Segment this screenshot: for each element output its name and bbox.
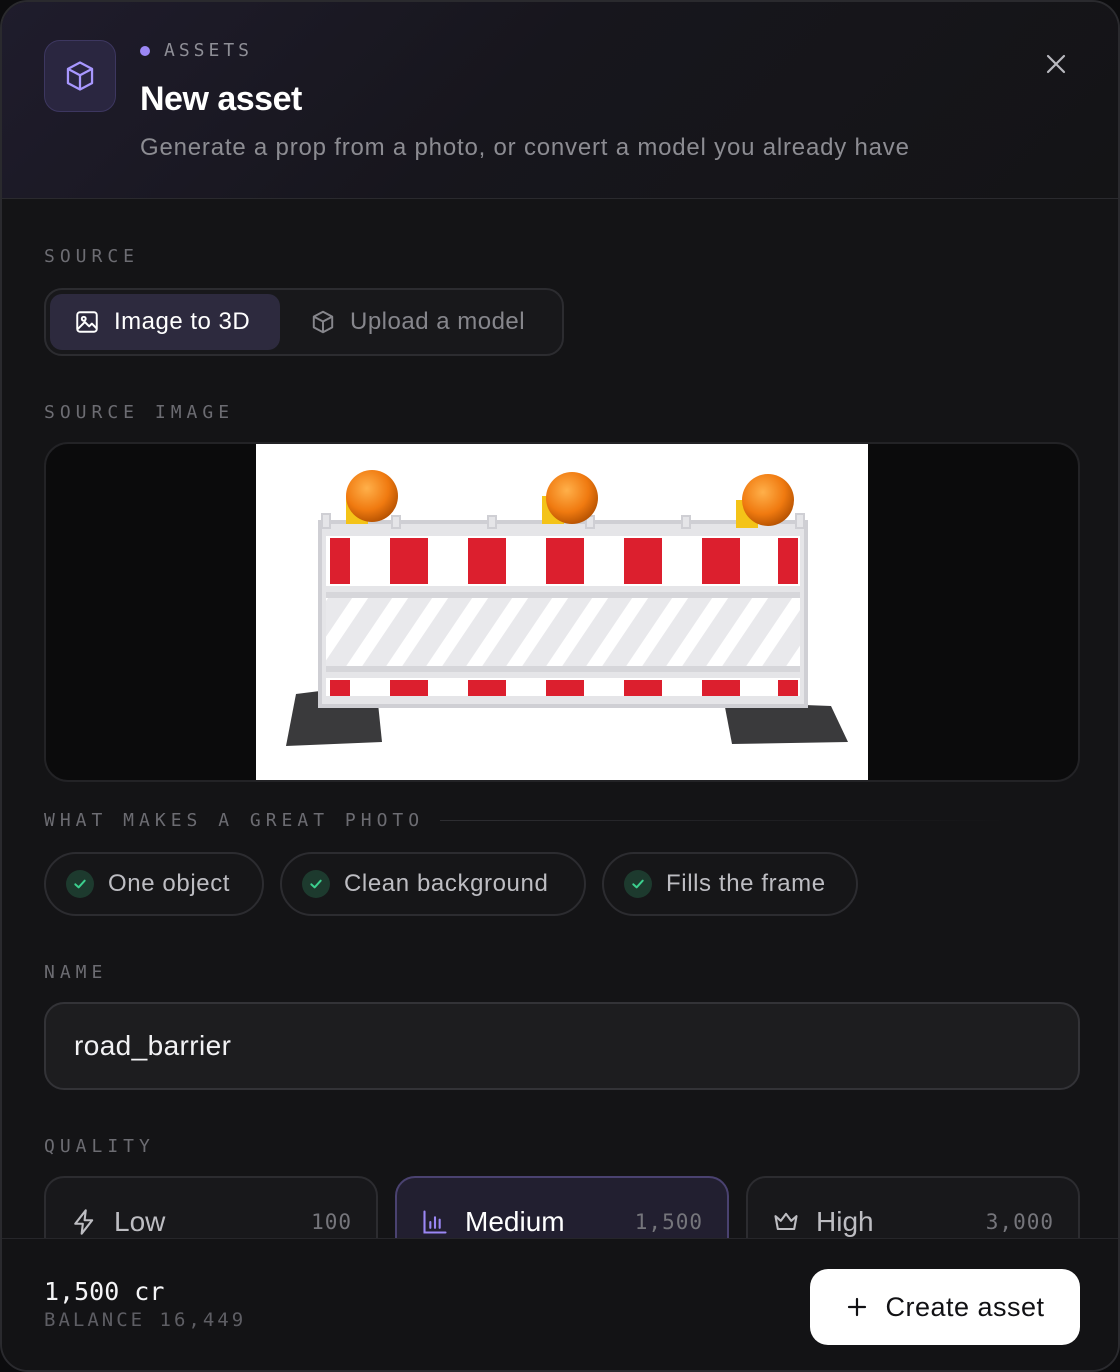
tips-label: WHAT MAKES A GREAT PHOTO [44, 810, 425, 831]
total-cost: 1,500 cr [44, 1277, 165, 1306]
image-icon [76, 311, 98, 333]
upload-model-tab[interactable]: Upload a model [286, 294, 556, 350]
source-image-label: SOURCE IMAGE [44, 402, 235, 423]
name-input[interactable] [44, 1002, 1080, 1090]
tip-clean-background: Clean background [280, 852, 586, 916]
quality-cost: 100 [311, 1210, 352, 1234]
close-button[interactable] [1036, 44, 1076, 84]
check-icon [302, 870, 330, 898]
image-to-3d-label: Image to 3D [114, 308, 251, 335]
status-dot [140, 45, 150, 56]
modal-footer: 1,500 cr BALANCE 16,449 Create asset [2, 1238, 1118, 1370]
tips-header: WHAT MAKES A GREAT PHOTO [44, 810, 1014, 831]
tip-one-object: One object [44, 852, 264, 916]
source-image [256, 444, 868, 780]
quality-label: QUALITY [44, 1136, 155, 1157]
source-image-dropzone[interactable] [44, 442, 1080, 782]
quality-name: Medium [465, 1206, 565, 1237]
eyebrow: ASSETS [140, 40, 253, 61]
check-icon [66, 870, 94, 898]
plus-icon [848, 1297, 867, 1317]
tip-label: Clean background [344, 870, 549, 897]
quality-cost: 1,500 [634, 1210, 703, 1234]
crown-icon [774, 1212, 798, 1231]
cube-icon [44, 40, 116, 112]
quality-name: High [816, 1206, 874, 1237]
source-label: SOURCE [44, 246, 140, 267]
bolt-icon [74, 1209, 94, 1235]
image-to-3d-tab[interactable]: Image to 3D [50, 294, 280, 350]
create-asset-button[interactable]: Create asset [810, 1269, 1080, 1345]
tip-label: One object [108, 870, 231, 897]
tip-label: Fills the frame [666, 870, 826, 897]
divider [440, 820, 1014, 821]
eyebrow-text: ASSETS [164, 40, 254, 61]
modal-title: New asset [140, 80, 302, 118]
modal-header: ASSETS New asset Generate a prop from a … [2, 2, 1118, 199]
name-label: NAME [44, 962, 108, 983]
quality-name: Low [114, 1206, 166, 1237]
cube-icon [312, 310, 334, 334]
tip-fills-frame: Fills the frame [602, 852, 858, 916]
quality-cost: 3,000 [985, 1210, 1054, 1234]
balance: BALANCE 16,449 [44, 1309, 247, 1331]
close-icon [1046, 54, 1066, 74]
source-toggle: Image to 3D Upload a model [44, 288, 564, 356]
new-asset-modal: ASSETS New asset Generate a prop from a … [0, 0, 1120, 1372]
modal-subtitle: Generate a prop from a photo, or convert… [140, 134, 910, 161]
create-asset-label: Create asset [885, 1291, 1045, 1322]
bar-chart-icon [423, 1210, 447, 1234]
check-icon [624, 870, 652, 898]
upload-model-label: Upload a model [350, 308, 526, 335]
